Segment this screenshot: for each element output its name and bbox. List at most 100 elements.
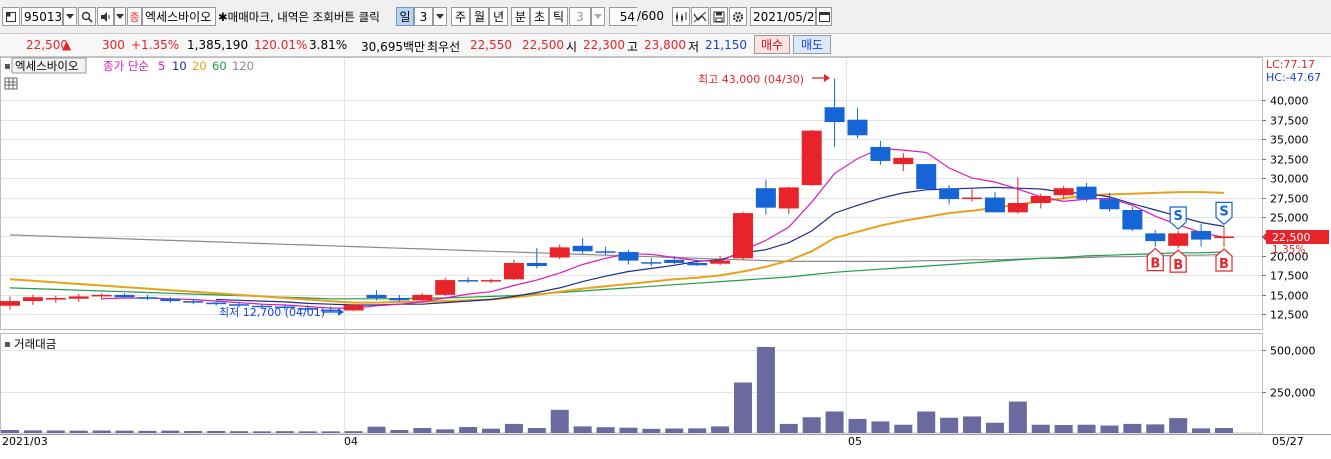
stock-chart[interactable]: B B BS S 40,00037,50035,00032,50030,00027,5… xyxy=(0,57,1331,456)
square-icon[interactable] xyxy=(2,7,20,26)
candle-body xyxy=(893,157,914,165)
tab-month[interactable]: 월 xyxy=(470,7,489,26)
candle xyxy=(755,179,776,215)
volume-bar xyxy=(1100,425,1119,433)
candle-body xyxy=(916,164,937,189)
candle-body xyxy=(641,262,662,264)
search-icon[interactable] xyxy=(78,7,96,26)
high-label: 고 xyxy=(627,40,639,54)
candle-body xyxy=(1030,195,1051,204)
dropdown-icon[interactable] xyxy=(63,7,77,26)
volume-bar xyxy=(917,411,936,433)
up-arrow-icon: ▲ xyxy=(62,38,72,52)
sell-button[interactable]: 매도 xyxy=(793,35,831,54)
candle-body xyxy=(732,213,753,259)
candle-body xyxy=(870,146,891,161)
volume-bar xyxy=(413,428,432,433)
tab-day[interactable]: 일 xyxy=(396,7,414,26)
buy-button[interactable]: 매수 xyxy=(754,35,790,54)
volume-bar xyxy=(390,430,409,433)
candle xyxy=(412,293,433,302)
candle xyxy=(114,293,135,298)
volume-bar xyxy=(848,418,867,433)
candle xyxy=(526,248,547,269)
chart-area[interactable]: BBBSS 40,000 37,500 35,000 32,500 30,000 27,5… xyxy=(0,57,1331,456)
legend-ma60: 60 xyxy=(212,59,227,73)
calendar-icon[interactable] xyxy=(816,7,832,26)
volume-bar xyxy=(871,421,890,433)
candle-body xyxy=(549,247,570,258)
ma5-line xyxy=(101,147,1225,309)
turnover-rate: 3.81% xyxy=(309,38,348,52)
volume-bar xyxy=(711,426,730,433)
tab-tick[interactable]: 틱 xyxy=(549,7,568,26)
crosshair-icon[interactable] xyxy=(672,7,690,26)
dropdown-icon[interactable] xyxy=(433,7,447,26)
legend-ma5: 5 xyxy=(158,59,165,73)
dropdown-icon[interactable] xyxy=(591,7,605,26)
candle xyxy=(1214,226,1234,247)
date-input[interactable]: 2021/05/27 xyxy=(750,7,822,26)
candle-body xyxy=(1053,188,1074,196)
candle-body xyxy=(389,297,410,301)
candle xyxy=(343,304,364,312)
candle-body xyxy=(847,119,868,136)
minute-value[interactable]: 3 xyxy=(569,7,591,26)
low-price: 21,150 xyxy=(705,38,747,52)
bar-count-input[interactable]: 54 xyxy=(609,7,637,26)
gear-icon[interactable] xyxy=(729,7,747,26)
low-label: 저 xyxy=(688,40,700,54)
date-label-may: 05 xyxy=(848,435,862,448)
open-label: 시 xyxy=(566,40,578,54)
volume-bar xyxy=(275,431,294,433)
candle-body xyxy=(206,302,227,305)
stock-name-field[interactable]: 엑세스바이오 xyxy=(142,7,216,26)
sell-signal-label: S xyxy=(1219,204,1228,219)
stock-code-input[interactable]: 950130 xyxy=(21,7,70,26)
volume-bar xyxy=(825,411,844,433)
volume-bar xyxy=(1054,425,1073,433)
candle-body xyxy=(1214,236,1234,239)
candle-body xyxy=(412,294,433,301)
candle-body xyxy=(595,251,616,253)
candle-body xyxy=(481,280,502,282)
candle xyxy=(481,278,502,284)
legend-ma120: 120 xyxy=(232,59,254,73)
table-icon[interactable] xyxy=(4,77,18,90)
save-icon[interactable] xyxy=(710,7,728,26)
price-axis-label: 15,000 xyxy=(1270,290,1309,303)
volume-bar xyxy=(252,431,271,433)
tools-icon[interactable] xyxy=(691,7,709,26)
day-count[interactable]: 3 xyxy=(414,7,433,26)
price-axis-label: 37,500 xyxy=(1270,115,1309,128)
speaker-icon[interactable] xyxy=(97,7,114,26)
volume-bar xyxy=(367,426,386,433)
price-axis-label: 35,000 xyxy=(1270,134,1309,147)
tab-year[interactable]: 년 xyxy=(489,7,508,26)
volume-bar xyxy=(619,427,638,433)
volume-bar xyxy=(92,430,111,433)
volume-bar xyxy=(230,431,249,433)
candle xyxy=(916,164,937,191)
tab-minute[interactable]: 분 xyxy=(511,7,530,26)
tab-week[interactable]: 주 xyxy=(451,7,470,26)
min-annotation: 최저 12,700 (04/01) xyxy=(219,306,325,319)
candle-body xyxy=(710,260,731,264)
stock-type-icon: 증 xyxy=(127,7,142,26)
volume-bar xyxy=(344,431,363,433)
dropdown-icon[interactable] xyxy=(114,7,126,26)
max-annotation: 최고 43,000 (04/30) xyxy=(698,73,804,86)
volume-bar xyxy=(207,431,226,433)
volume: 1,385,190 xyxy=(187,38,249,52)
volume-axis-label: 500,000 xyxy=(1270,345,1316,358)
volume-title: 거래대금 xyxy=(14,337,56,351)
candle-body xyxy=(1076,186,1097,200)
candle xyxy=(572,238,593,254)
date-label-start: 2021/03 xyxy=(2,435,48,448)
candle xyxy=(595,246,616,256)
lc-readout: LC:77.17 xyxy=(1266,58,1315,71)
candle-body xyxy=(526,262,547,267)
volume-bar xyxy=(1146,424,1165,433)
candle-body xyxy=(1007,203,1028,213)
tab-second[interactable]: 초 xyxy=(530,7,549,26)
